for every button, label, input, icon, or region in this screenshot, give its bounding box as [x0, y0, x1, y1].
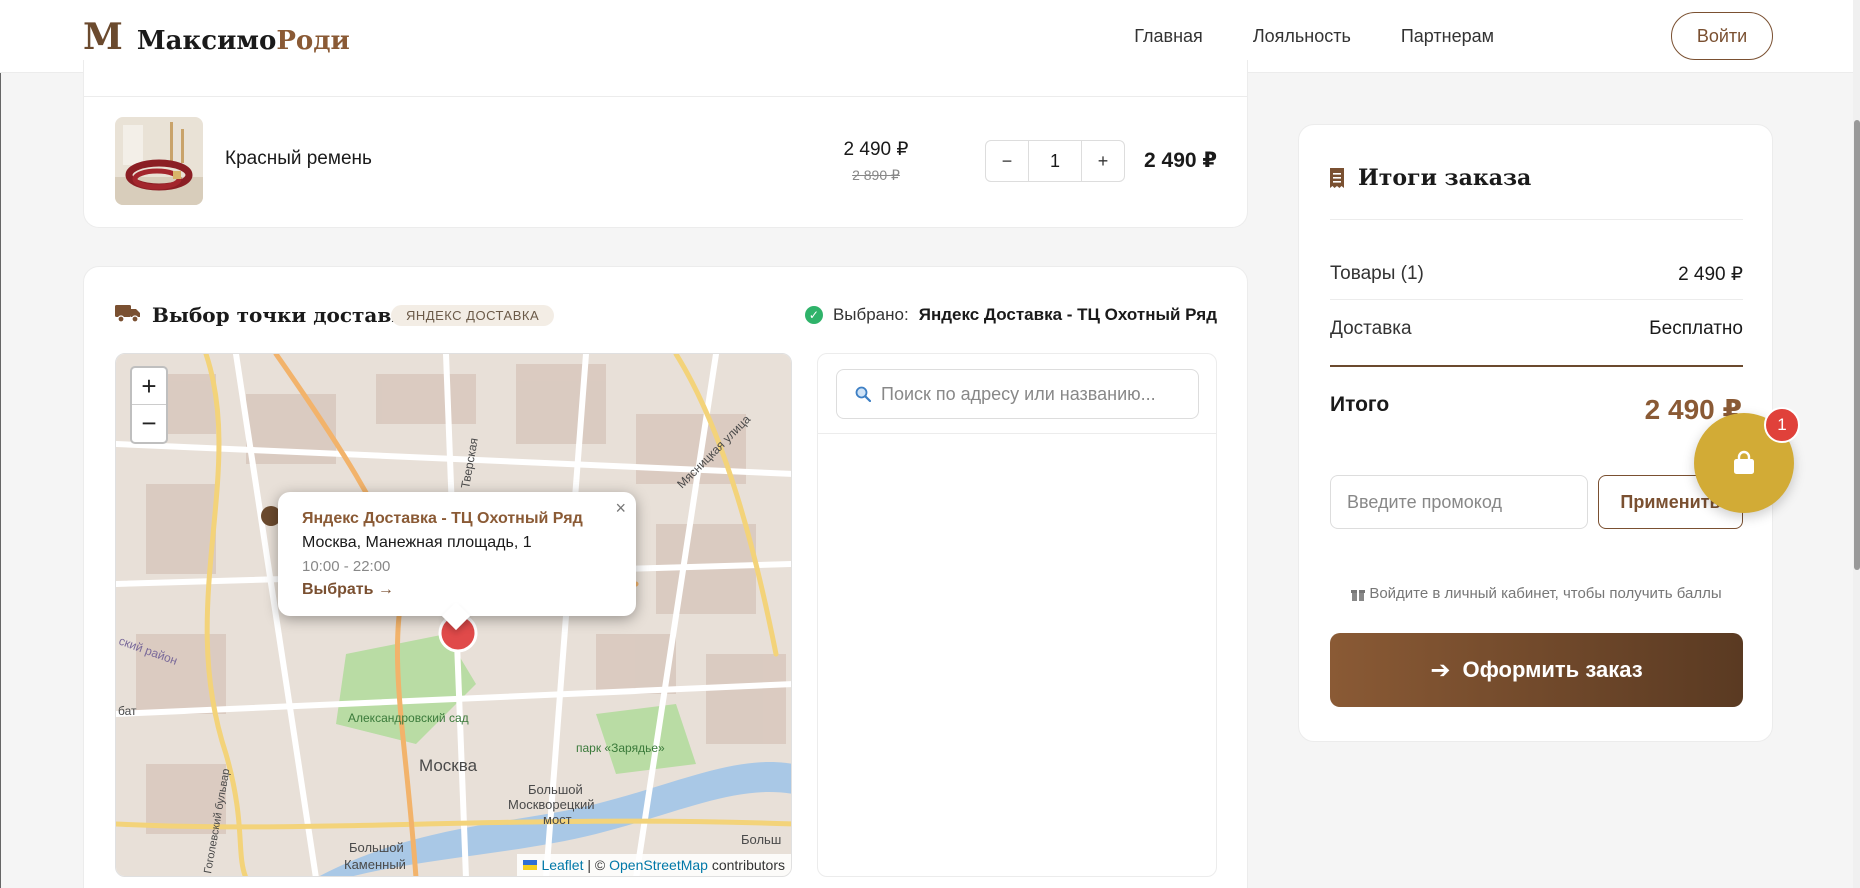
map-label-big-stone-1: Большой — [349, 840, 404, 855]
pickup-list-header: Поиск по адресу или названию... — [818, 354, 1216, 434]
map-label-bat: бат — [118, 704, 137, 718]
zoom-out-button[interactable]: − — [132, 405, 166, 442]
order-summary-card: Итоги заказа Товары (1) 2 490 ₽ Доставка… — [1298, 124, 1773, 742]
total-label: Итого — [1330, 393, 1390, 416]
summary-goods-row: Товары (1) 2 490 ₽ — [1330, 263, 1743, 286]
pickup-list-panel: Поиск по адресу или названию... — [817, 353, 1217, 877]
popup-select-link[interactable]: Выбрать → — [302, 581, 612, 599]
map-attribution: Leaflet | © OpenStreetMap contributors — [517, 854, 791, 876]
summary-header: Итоги заказа — [1330, 165, 1531, 191]
ukraine-flag-icon — [523, 860, 538, 870]
attribution-leaflet-link[interactable]: Leaflet — [541, 857, 583, 873]
map-label-garden: Александровский сад — [348, 711, 469, 725]
cart-divider — [84, 96, 1247, 97]
quantity-increase-button[interactable]: + — [1082, 141, 1124, 181]
attribution-osm-link[interactable]: OpenStreetMap — [609, 857, 708, 873]
search-icon — [855, 386, 871, 402]
gift-icon — [1351, 589, 1366, 601]
receipt-icon — [1330, 168, 1344, 188]
map-label-bridge-3: мост — [543, 812, 572, 827]
cart-item-old-price: 2 890 ₽ — [852, 167, 900, 183]
map-label-park: парк «Зарядье» — [576, 741, 665, 755]
map-label-big-stone-2: Каменный — [344, 857, 406, 872]
logo[interactable]: M Максимо Роди — [83, 16, 350, 58]
popup-hours: 10:00 - 22:00 — [302, 558, 391, 575]
points-note: Войдите в личный кабинет, чтобы получить… — [1330, 585, 1743, 602]
goods-label: Товары (1) — [1330, 263, 1424, 284]
popup-title: Яндекс Доставка - ТЦ Охотный Ряд — [302, 510, 583, 527]
map-label-bridge-2: Москворецкий — [508, 797, 595, 812]
quantity-stepper: − 1 + — [985, 140, 1125, 182]
window-edge — [0, 0, 1, 888]
delivery-value: Бесплатно — [1649, 318, 1743, 339]
cart-item-name[interactable]: Красный ремень — [225, 148, 372, 170]
map-label-bridge-1: Большой — [528, 782, 583, 797]
summary-divider — [1330, 299, 1743, 300]
summary-title: Итоги заказа — [1358, 165, 1532, 191]
checkout-label: Оформить заказ — [1462, 657, 1643, 682]
quantity-value[interactable]: 1 — [1028, 141, 1082, 181]
attribution-tail: contributors — [711, 857, 785, 873]
nav-home[interactable]: Главная — [1134, 26, 1203, 47]
logo-mark: M — [83, 16, 123, 58]
login-button[interactable]: Войти — [1671, 12, 1773, 60]
selected-value: Яндекс Доставка - ТЦ Охотный Ряд — [918, 305, 1217, 324]
summary-total-divider — [1330, 365, 1743, 367]
map-label-bolsh: Больш — [741, 832, 781, 847]
zoom-in-button[interactable]: + — [132, 368, 166, 405]
selected-point: ✓ Выбрано: Яндекс Доставка - ТЦ Охотный … — [804, 305, 1217, 325]
map-label-city: Москва — [419, 756, 478, 775]
selected-label: Выбрано: — [832, 305, 909, 324]
delivery-title: Выбор точки доставки — [152, 303, 421, 327]
delivery-map[interactable]: Москва Александровский сад парк «Зарядье… — [115, 353, 792, 877]
cart-item-total: 2 490 ₽ — [1144, 149, 1217, 172]
popup-address: Москва, Манежная площадь, 1 — [302, 534, 532, 551]
scrollbar-thumb[interactable] — [1854, 120, 1860, 570]
goods-value: 2 490 ₽ — [1678, 264, 1743, 285]
truck-icon — [115, 305, 140, 323]
promo-code-input[interactable]: Введите промокод — [1330, 475, 1588, 529]
shopping-bag-icon — [1734, 450, 1754, 474]
arrow-right-icon: ➔ — [1430, 656, 1451, 684]
attribution-separator: | © — [587, 857, 606, 873]
search-placeholder: Поиск по адресу или названию... — [881, 383, 1156, 404]
promo-placeholder: Введите промокод — [1347, 491, 1502, 512]
logo-text-part1: Максимо — [136, 26, 277, 56]
delivery-label: Доставка — [1330, 318, 1412, 339]
checkout-button[interactable]: ➔ Оформить заказ — [1330, 633, 1743, 707]
delivery-provider-badge: ЯНДЕКС ДОСТАВКА — [391, 305, 555, 326]
logo-text-part2: Роди — [276, 26, 350, 56]
check-circle-icon: ✓ — [804, 306, 823, 324]
cart-count-badge: 1 — [1764, 407, 1800, 443]
map-zoom-control: + − — [130, 366, 168, 444]
points-note-text: Войдите в личный кабинет, чтобы получить… — [1369, 585, 1722, 602]
quantity-decrease-button[interactable]: − — [986, 141, 1028, 181]
map-popup: × Яндекс Доставка - ТЦ Охотный Ряд Москв… — [278, 492, 636, 631]
delivery-point-card: Выбор точки доставки ЯНДЕКС ДОСТАВКА ✓ В… — [83, 266, 1248, 888]
nav-partners[interactable]: Партнерам — [1401, 26, 1494, 47]
cart-card: Красный ремень 2 490 ₽ 2 890 ₽ − 1 + 2 4… — [83, 60, 1248, 228]
summary-divider — [1330, 219, 1743, 220]
popup-close-icon[interactable]: × — [615, 498, 626, 519]
summary-delivery-row: Доставка Бесплатно — [1330, 318, 1743, 340]
cart-item-price: 2 490 ₽ — [843, 139, 909, 160]
nav-loyalty[interactable]: Лояльность — [1253, 26, 1351, 47]
product-thumbnail[interactable] — [115, 117, 203, 205]
pickup-search-input[interactable]: Поиск по адресу или названию... — [836, 369, 1199, 419]
